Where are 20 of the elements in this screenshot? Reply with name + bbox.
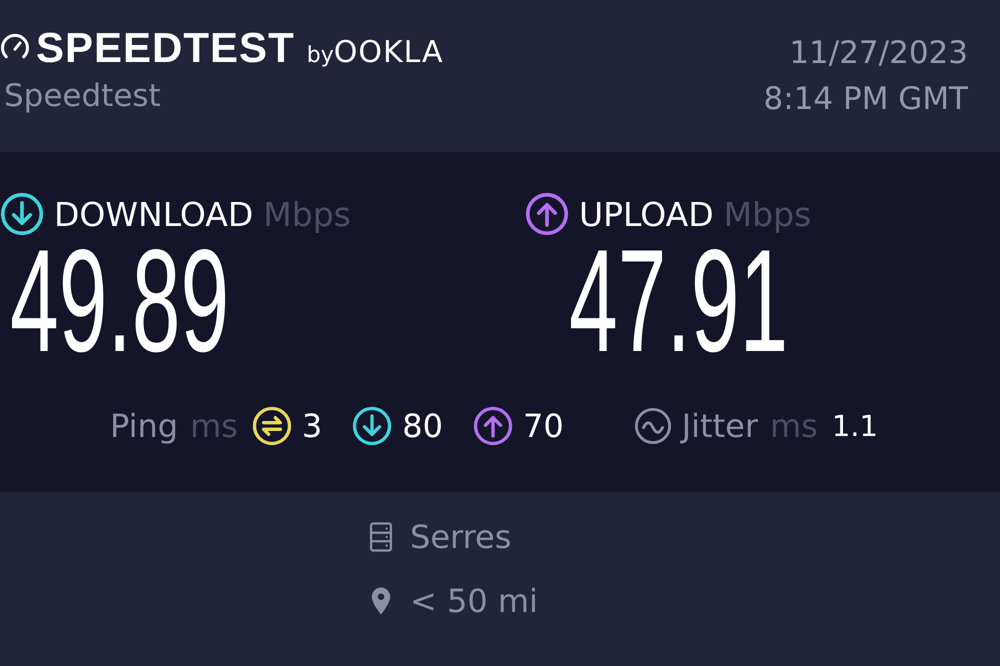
ping-value: 70 bbox=[523, 407, 564, 445]
jitter-label: Jitter bbox=[682, 407, 758, 445]
jitter-value: 1.1 bbox=[832, 409, 878, 443]
result-time: 8:14 PM GMT bbox=[764, 80, 968, 119]
unit-label: Mbps bbox=[263, 194, 351, 234]
account-handle: Speedtest bbox=[3, 78, 162, 114]
logo-brand-text: OOKLA bbox=[334, 35, 444, 70]
unit-label: ms bbox=[190, 407, 238, 445]
ping-label: Ping bbox=[110, 407, 178, 445]
server-name: Serres bbox=[410, 518, 512, 556]
result-label: UPLOAD bbox=[579, 194, 714, 234]
wave-circle-icon bbox=[634, 407, 672, 445]
server-distance: < 50 mi bbox=[410, 582, 538, 620]
ping-value: 3 bbox=[302, 407, 322, 445]
unit-label: ms bbox=[770, 407, 818, 445]
result-date: 11/27/2023 bbox=[789, 34, 968, 73]
ping-value: 80 bbox=[402, 407, 443, 445]
logo-text: SPEEDTEST bbox=[36, 24, 295, 72]
unit-label: Mbps bbox=[724, 194, 812, 234]
logo-by-text: by bbox=[306, 43, 334, 68]
